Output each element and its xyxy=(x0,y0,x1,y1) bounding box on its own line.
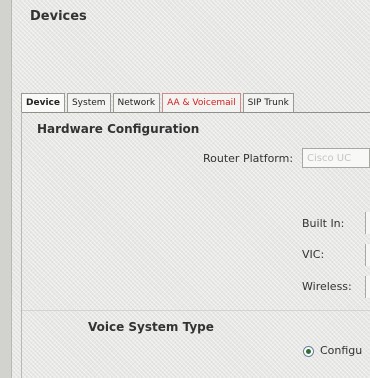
wireless-label: Wireless: xyxy=(302,280,352,293)
left-frame-border xyxy=(0,0,12,378)
panel-left-border xyxy=(21,112,22,378)
tab-bar: Device System Network AA & Voicemail SIP… xyxy=(21,93,296,113)
hardware-configuration-heading: Hardware Configuration xyxy=(37,122,200,136)
voice-system-type-heading: Voice System Type xyxy=(88,320,214,334)
configure-radio-label[interactable]: Configu xyxy=(320,344,362,357)
tab-system[interactable]: System xyxy=(66,93,111,112)
vic-select[interactable] xyxy=(365,244,370,266)
vic-label: VIC: xyxy=(302,248,325,261)
built-in-select[interactable] xyxy=(365,212,370,234)
tab-aa-voicemail[interactable]: AA & Voicemail xyxy=(162,93,241,112)
page-title: Devices xyxy=(30,9,87,24)
built-in-label: Built In: xyxy=(302,217,345,230)
tab-device[interactable]: Device xyxy=(21,93,65,113)
wireless-select[interactable] xyxy=(365,276,370,298)
tab-sip-trunk[interactable]: SIP Trunk xyxy=(242,93,294,112)
router-platform-field[interactable] xyxy=(302,148,370,168)
section-divider xyxy=(22,310,370,311)
tab-underline xyxy=(21,112,370,113)
router-platform-label: Router Platform: xyxy=(203,152,294,165)
configure-radio-button[interactable] xyxy=(303,346,314,357)
tab-network[interactable]: Network xyxy=(112,93,161,112)
